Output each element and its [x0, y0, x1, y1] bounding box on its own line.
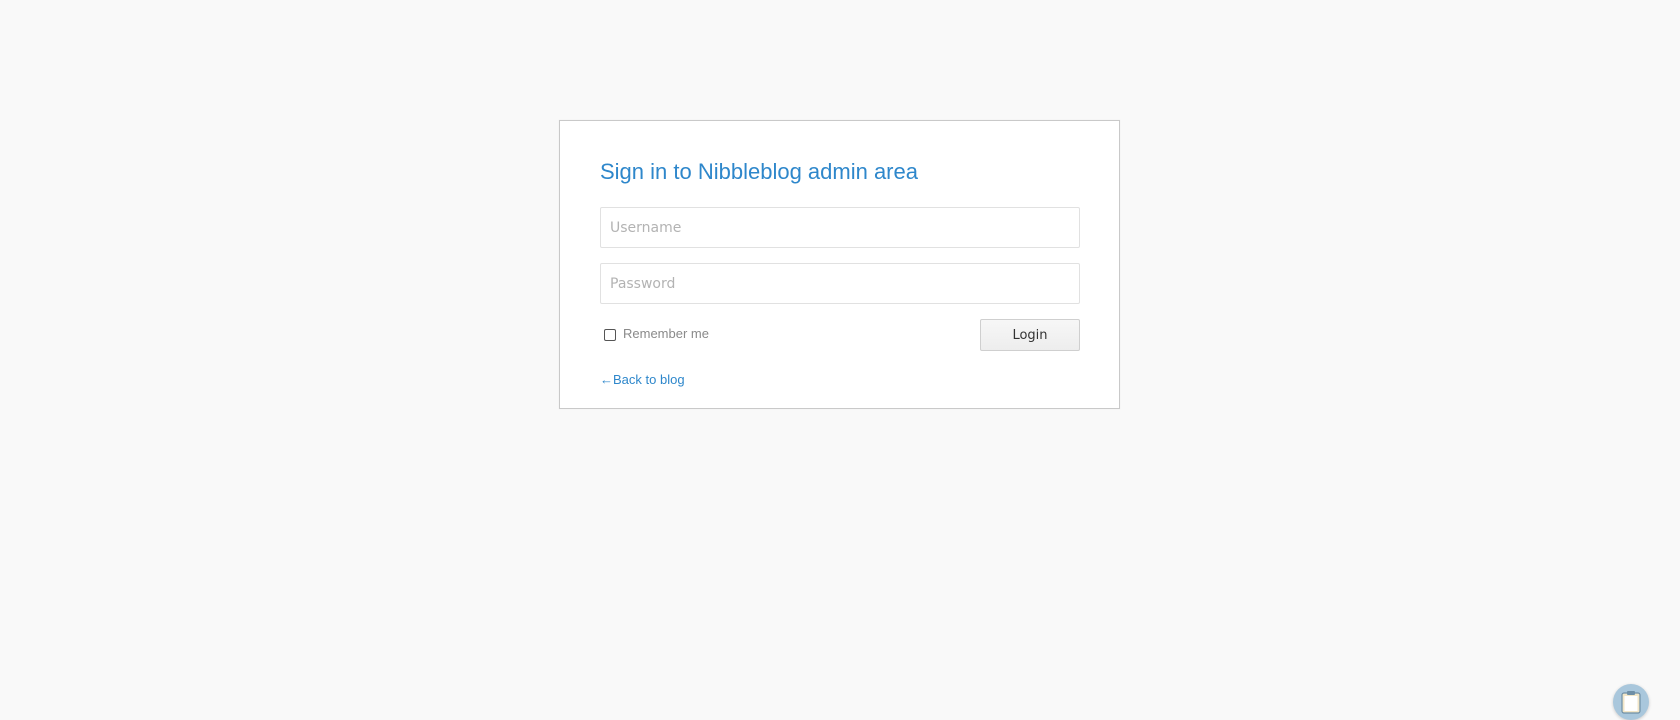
clipboard-icon: [1621, 691, 1641, 714]
login-panel: Sign in to Nibbleblog admin area Remembe…: [559, 120, 1120, 409]
back-arrow-icon: ←: [600, 372, 613, 387]
login-button[interactable]: Login: [980, 319, 1080, 351]
remember-me-label: Remember me: [623, 325, 709, 341]
remember-me-checkbox[interactable]: [604, 329, 616, 341]
remember-me-option[interactable]: Remember me: [604, 325, 709, 341]
password-input[interactable]: [600, 263, 1080, 304]
back-to-blog-link[interactable]: ←Back to blog: [600, 372, 685, 387]
back-to-blog-label: Back to blog: [613, 372, 685, 387]
username-input[interactable]: [600, 207, 1080, 248]
clipboard-button[interactable]: [1613, 684, 1649, 720]
page-title: Sign in to Nibbleblog admin area: [600, 159, 918, 184]
